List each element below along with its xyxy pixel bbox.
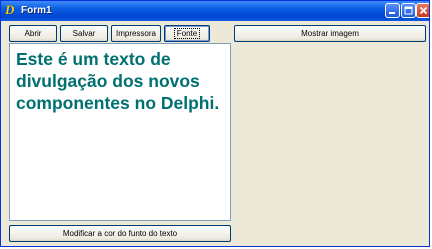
minimize-icon [389, 12, 395, 14]
close-button[interactable] [416, 3, 429, 18]
font-button-label: Fonte [173, 28, 201, 39]
text-memo[interactable]: Este é um texto de divulgação dos novos … [9, 43, 231, 221]
title-bar[interactable]: D Form1 [1, 1, 429, 21]
maximize-button[interactable] [401, 3, 416, 18]
close-icon [419, 6, 428, 15]
delphi-app-icon[interactable]: D [5, 3, 17, 17]
memo-text: Este é um texto de divulgação dos novos … [16, 49, 220, 113]
print-button-label: Impressora [115, 29, 156, 38]
show-image-button[interactable]: Mostrar imagem [234, 25, 426, 42]
font-button[interactable]: Fonte [164, 25, 210, 42]
open-button-label: Abrir [24, 29, 42, 38]
window-title: Form1 [21, 5, 52, 16]
save-button[interactable]: Salvar [60, 25, 108, 42]
show-image-button-label: Mostrar imagem [301, 29, 359, 38]
save-button-label: Salvar [72, 29, 96, 38]
change-background-color-button[interactable]: Modificar a cor do funto do texto [9, 225, 231, 242]
change-background-color-label: Modificar a cor do funto do texto [62, 229, 178, 238]
open-button[interactable]: Abrir [9, 25, 57, 42]
maximize-icon [404, 6, 413, 15]
main-window: D Form1 Abrir Salvar Impressora Fonte Mo… [0, 0, 430, 247]
print-button[interactable]: Impressora [111, 25, 161, 42]
minimize-button[interactable] [385, 3, 400, 18]
